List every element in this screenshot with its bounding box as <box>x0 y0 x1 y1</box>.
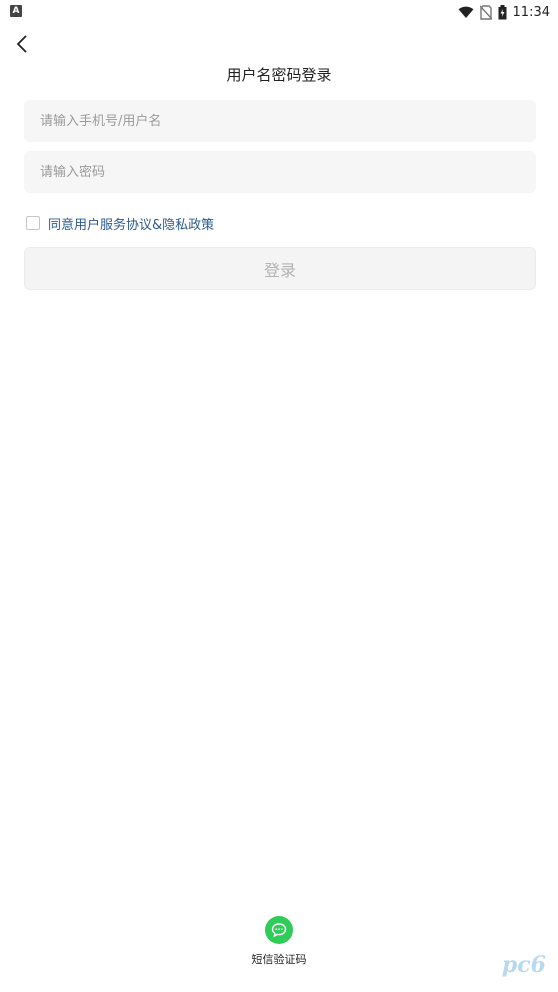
status-bar: A 11:34 <box>0 0 558 24</box>
agreement-row: 同意用户服务协议&隐私政策 <box>26 213 214 233</box>
agreement-checkbox[interactable] <box>26 216 40 230</box>
status-time: 11:34 <box>512 4 550 20</box>
back-button[interactable] <box>8 30 36 58</box>
page-title: 用户名密码登录 <box>226 66 332 84</box>
sms-login-label: 短信验证码 <box>251 953 307 966</box>
status-icons: 11:34 <box>458 3 550 21</box>
login-button[interactable]: 登录 <box>24 247 536 290</box>
app-notification-icon: A <box>10 5 22 17</box>
password-input[interactable] <box>38 163 536 181</box>
password-field[interactable] <box>24 151 536 193</box>
username-input[interactable] <box>38 112 536 130</box>
wifi-icon <box>458 6 474 18</box>
message-bubble-icon[interactable] <box>265 916 293 944</box>
agreement-link[interactable]: 同意用户服务协议&隐私政策 <box>48 214 214 233</box>
battery-charging-icon <box>498 4 507 19</box>
sms-login-button[interactable]: 短信验证码 <box>229 916 329 967</box>
username-field[interactable] <box>24 100 536 142</box>
no-sim-icon <box>479 4 492 20</box>
watermark-logo: pc6 <box>501 952 546 978</box>
chevron-left-icon <box>16 35 27 53</box>
